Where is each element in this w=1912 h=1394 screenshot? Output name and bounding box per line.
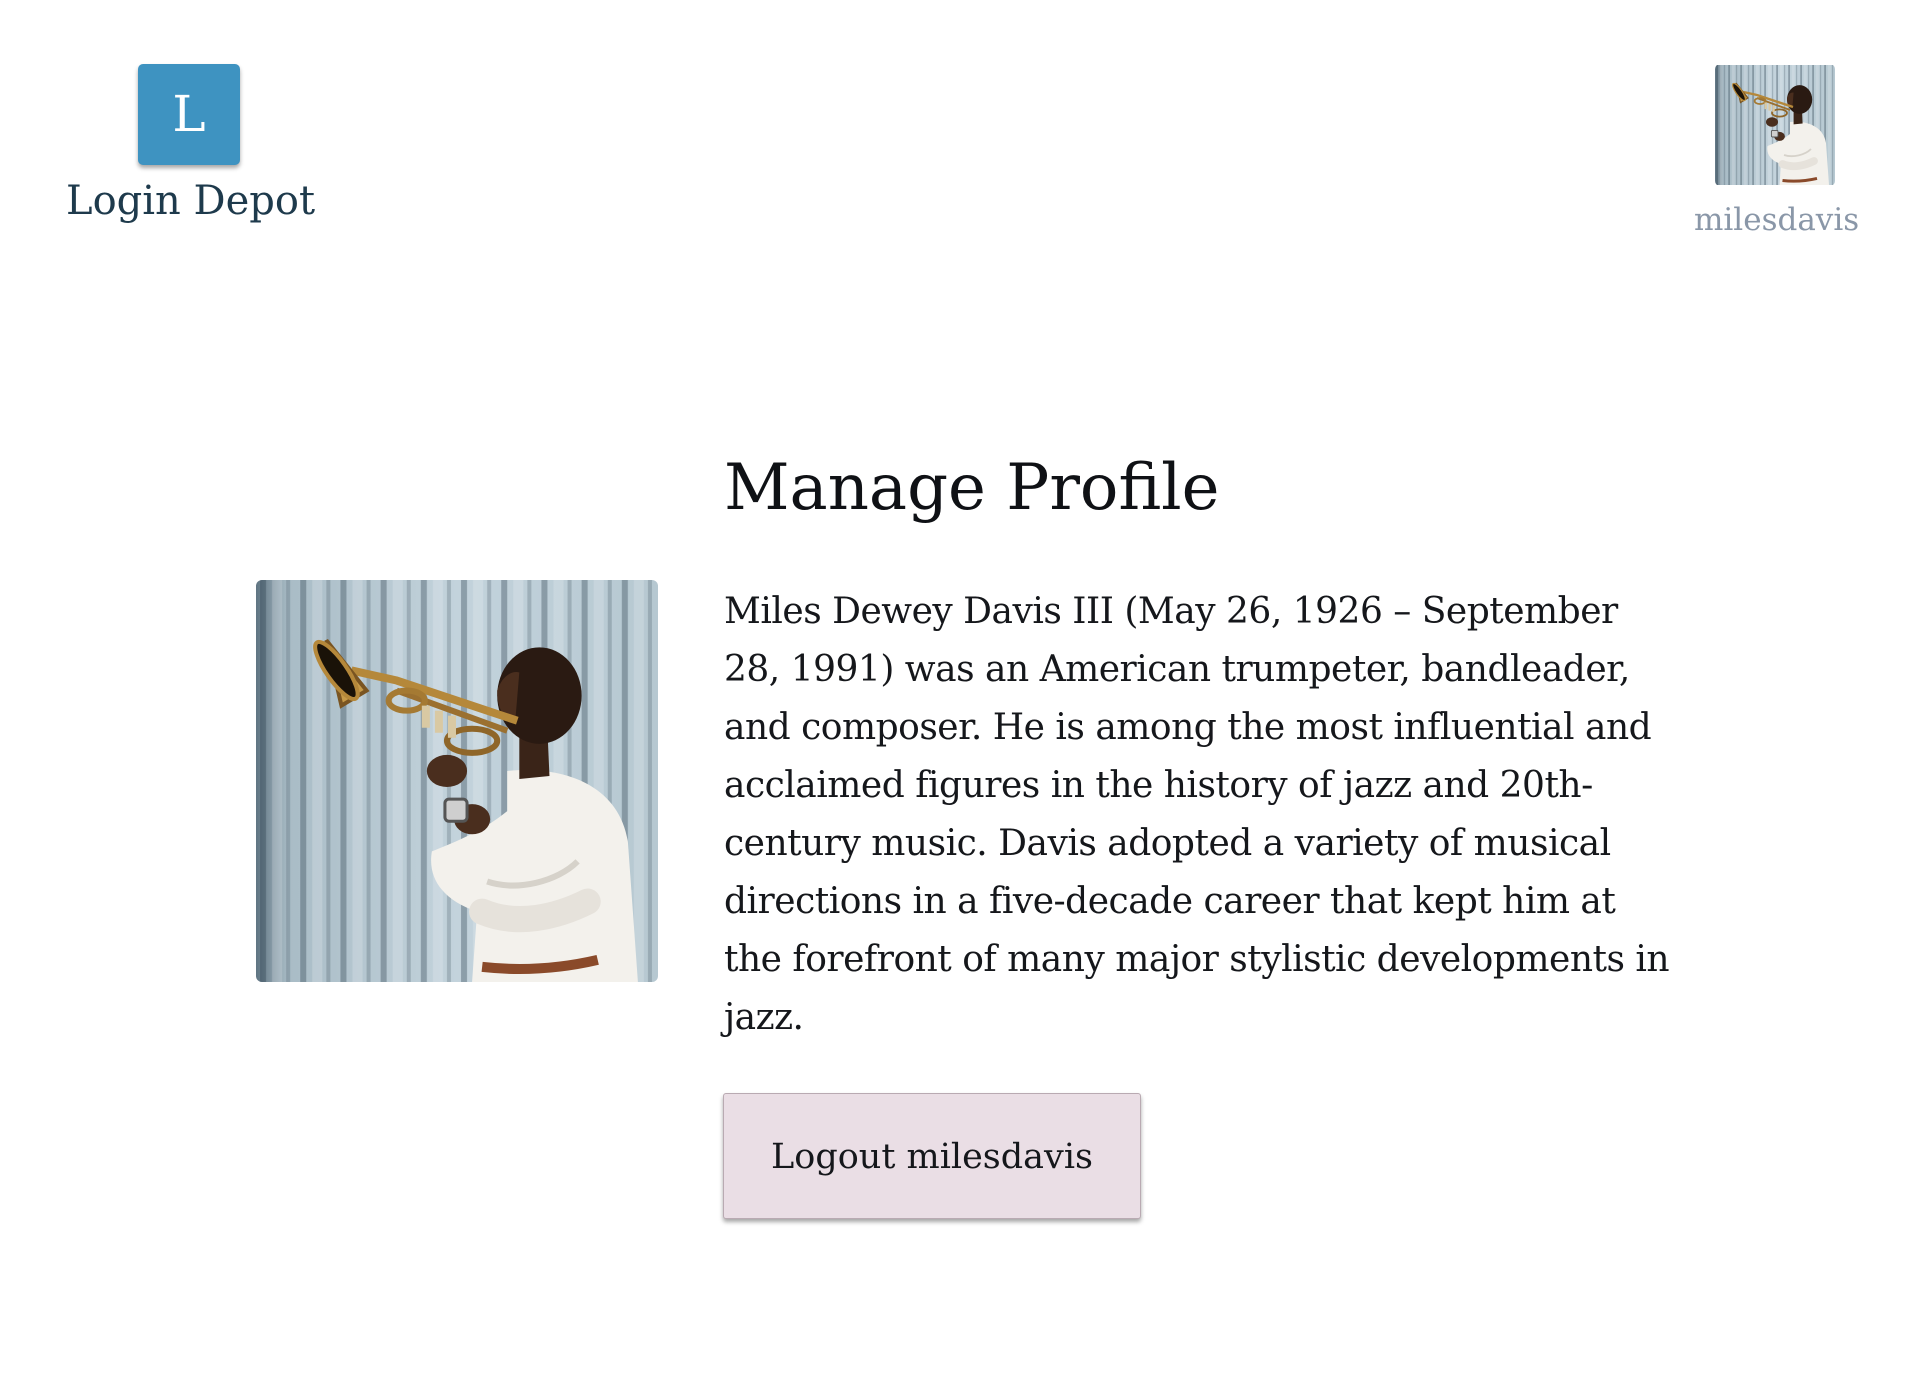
logo-name: Login Depot	[66, 178, 316, 224]
username-label: milesdavis	[1694, 202, 1860, 238]
profile-photo	[256, 580, 658, 982]
avatar[interactable]	[1715, 64, 1835, 186]
page-title: Manage Profile	[724, 451, 1220, 525]
trumpet-player-photo-icon	[256, 580, 658, 982]
user-menu[interactable]: milesdavis	[1694, 64, 1860, 238]
logout-button[interactable]: Logout milesdavis	[723, 1093, 1141, 1219]
avatar-photo-icon	[1715, 64, 1835, 186]
bio-text: Miles Dewey Davis III (May 26, 1926 – Se…	[724, 591, 1670, 1038]
logo-badge: L	[138, 64, 240, 165]
logo-link[interactable]: L Login Depot	[66, 64, 316, 225]
